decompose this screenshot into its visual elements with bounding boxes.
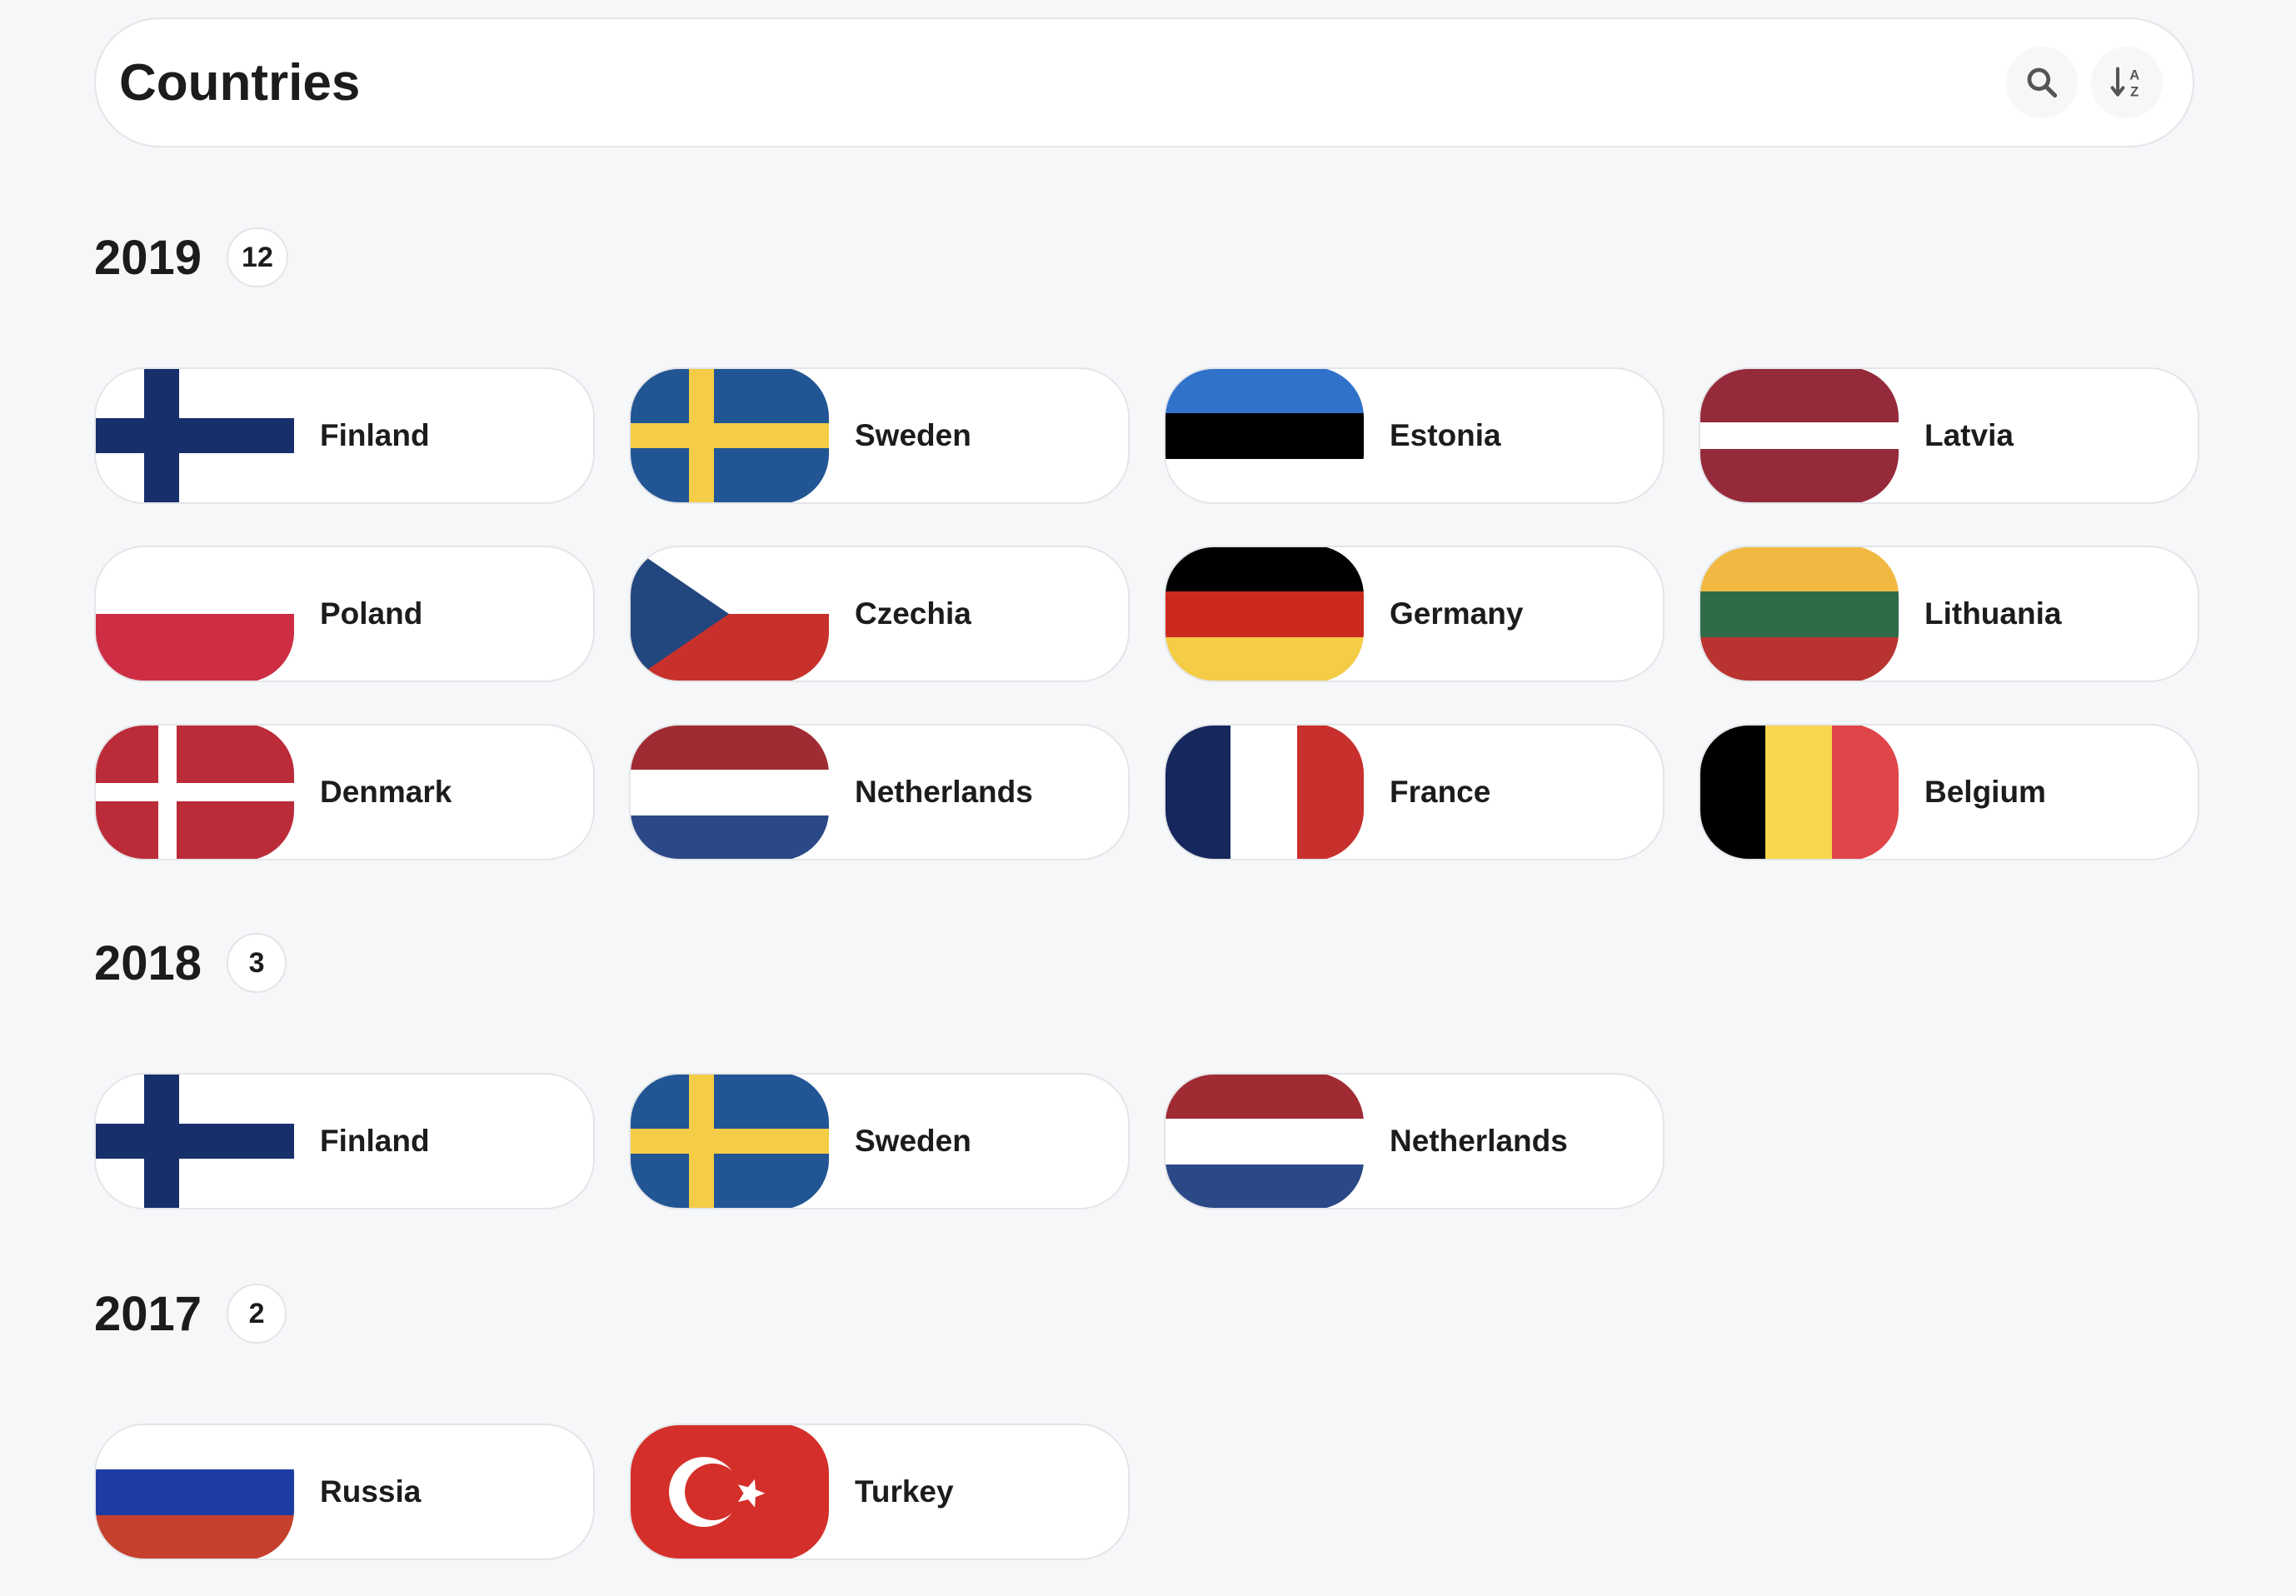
country-name: Belgium [1924,775,2046,809]
country-card[interactable]: Denmark [94,724,595,860]
france-flag-icon [1165,726,1364,859]
year-heading: 2019 12 [94,224,2194,291]
year-heading: 2017 2 [94,1280,2194,1347]
russia-flag-icon [96,1425,294,1559]
country-name: Netherlands [1390,1124,1568,1158]
country-card[interactable]: Germany [1164,546,1665,682]
country-grid: Finland Sweden Netherlands [94,1073,2199,1209]
lithuania-flag-icon [1700,547,1899,681]
latvia-flag-icon [1700,369,1899,502]
country-card[interactable]: Turkey [629,1424,1130,1560]
year-section-2017: 2017 2 Russia Turkey [94,1280,2194,1560]
estonia-flag-icon [1165,369,1364,502]
sweden-flag-icon [631,1075,829,1208]
finland-flag-icon [96,1075,294,1208]
year-label: 2019 [94,230,202,285]
country-name: Sweden [855,418,971,452]
country-card[interactable]: Sweden [629,1073,1130,1209]
year-label: 2017 [94,1286,202,1341]
country-card[interactable]: Czechia [629,546,1130,682]
country-card[interactable]: Poland [94,546,595,682]
country-name: Finland [320,1124,430,1158]
country-card[interactable]: Belgium [1699,724,2199,860]
count-badge: 12 [227,227,288,287]
year-section-2019: 2019 12 Finland Sweden Estonia Latvia Poland… [94,224,2199,860]
country-card[interactable]: Estonia [1164,367,1665,504]
top-bar: Countries A Z [94,17,2194,147]
country-card[interactable]: Netherlands [629,724,1130,860]
year-heading: 2018 3 [94,930,2194,996]
search-button[interactable] [2006,47,2078,118]
svg-text:Z: Z [2130,85,2139,100]
country-card[interactable]: Finland [94,1073,595,1209]
country-card[interactable]: Russia [94,1424,595,1560]
year-label: 2018 [94,935,202,990]
svg-text:A: A [2129,67,2139,82]
sweden-flag-icon [631,369,829,502]
country-name: Estonia [1390,418,1501,452]
finland-flag-icon [96,369,294,502]
count-badge: 2 [227,1284,287,1344]
country-name: Denmark [320,775,452,809]
country-name: Russia [320,1474,422,1509]
year-section-2018: 2018 3 Finland Sweden Netherlands [94,930,2194,1209]
country-card[interactable]: Sweden [629,367,1130,504]
country-name: Germany [1390,596,1524,631]
country-name: France [1390,775,1491,809]
country-card[interactable]: Latvia [1699,367,2199,504]
country-name: Latvia [1924,418,2014,452]
denmark-flag-icon [96,726,294,859]
country-card[interactable]: France [1164,724,1665,860]
netherlands-flag-icon [1165,1075,1364,1208]
country-grid: Russia Turkey [94,1424,2199,1560]
country-name: Lithuania [1924,596,2062,631]
country-card[interactable]: Netherlands [1164,1073,1665,1209]
country-name: Poland [320,596,423,631]
country-card[interactable]: Finland [94,367,595,504]
sort-alpha-icon: A Z [2110,67,2139,100]
country-card[interactable]: Lithuania [1699,546,2199,682]
sort-button[interactable]: A Z [2091,47,2163,118]
country-name: Finland [320,418,430,452]
turkey-flag-icon [631,1425,829,1559]
country-name: Czechia [855,596,971,631]
netherlands-flag-icon [631,726,829,859]
germany-flag-icon [1165,547,1364,681]
poland-flag-icon [96,547,294,681]
country-name: Netherlands [855,775,1033,809]
country-name: Sweden [855,1124,971,1158]
czechia-flag-icon [631,547,829,681]
search-icon [2027,67,2058,98]
belgium-flag-icon [1700,726,1899,859]
page-title: Countries [119,53,361,112]
country-name: Turkey [855,1474,954,1509]
country-grid: Finland Sweden Estonia Latvia Poland Czechia G… [94,367,2199,860]
count-badge: 3 [227,933,287,993]
